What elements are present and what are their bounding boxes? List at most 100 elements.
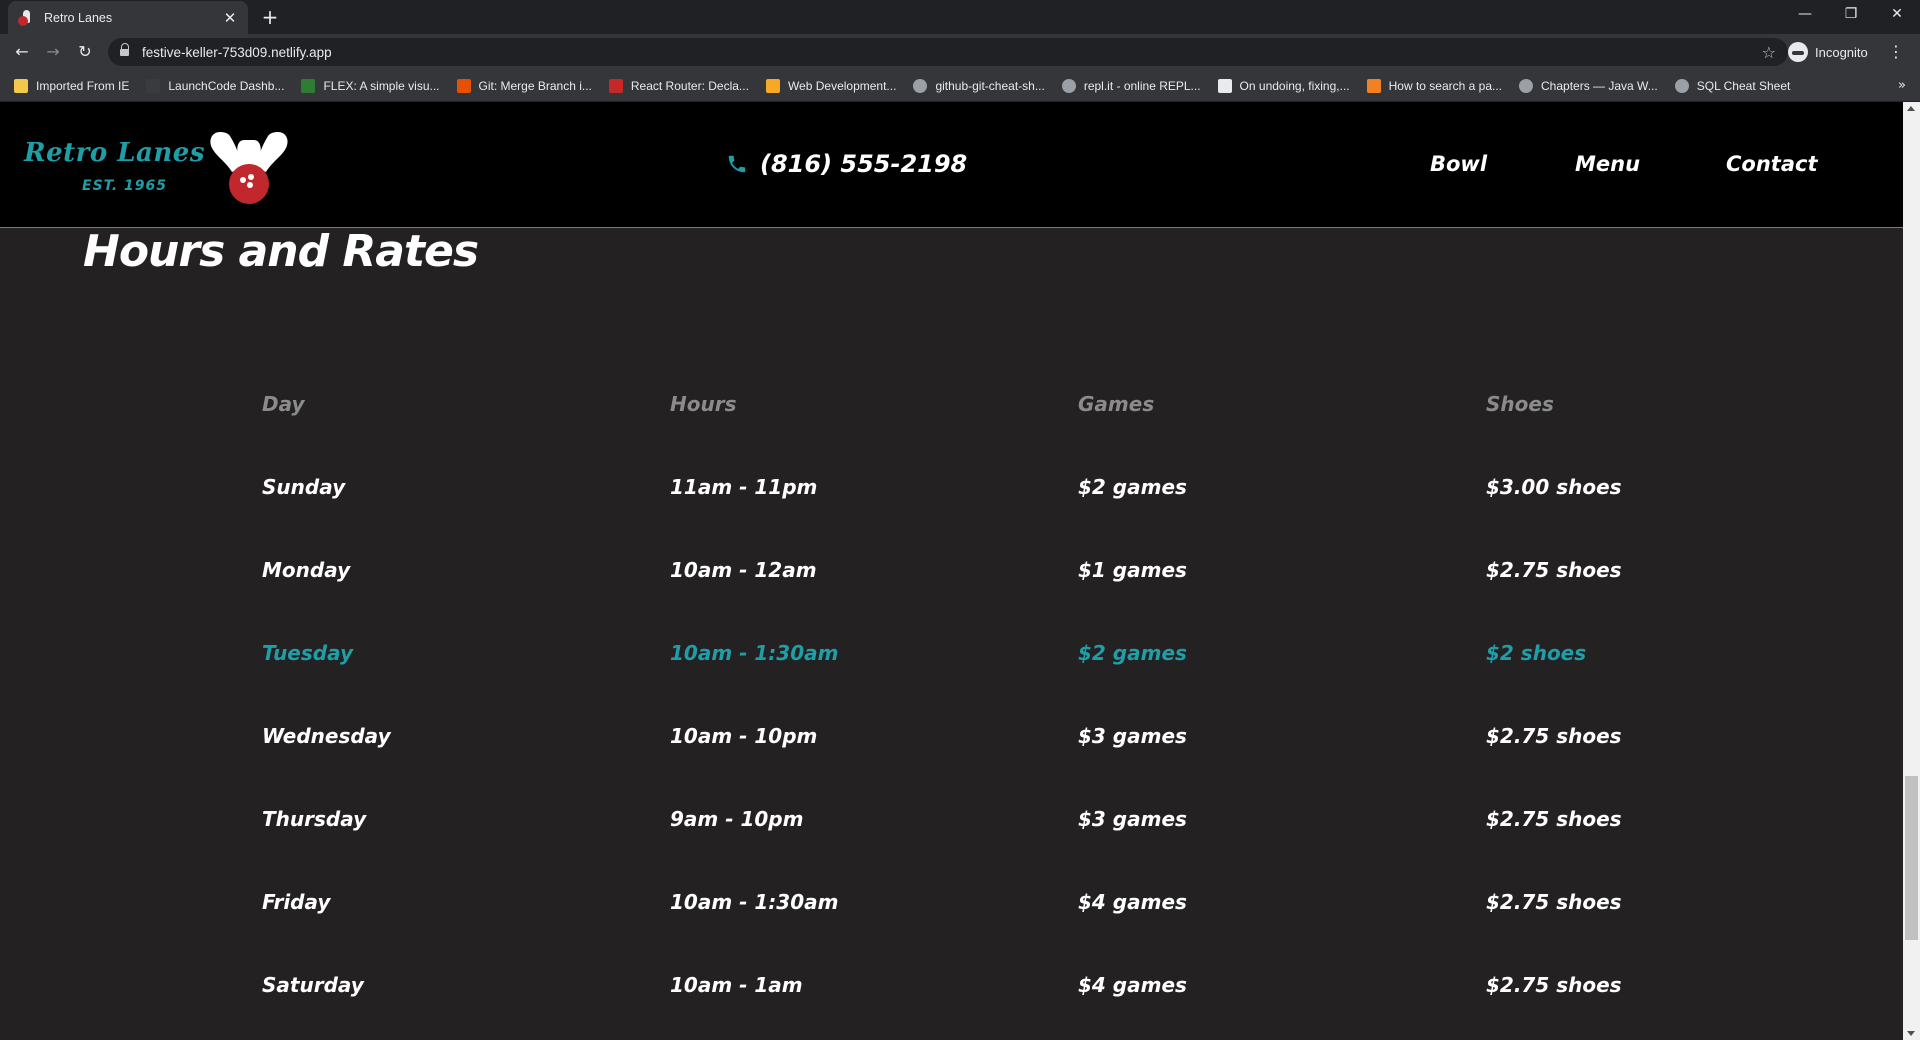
bowling-pins-logo-icon[interactable] — [206, 128, 292, 206]
incognito-icon — [1788, 42, 1808, 62]
table-cell-shoes: $2.75 shoes — [1486, 807, 1622, 831]
bookmarks-bar: Imported From IE LaunchCode Dashb... FLEX:… — [0, 70, 1920, 102]
table-row: Saturday 10am - 1am $4 games $2.75 shoes — [262, 973, 1822, 1040]
scroll-up-arrow-icon[interactable] — [1907, 106, 1915, 111]
restore-button[interactable]: ❐ — [1828, 0, 1874, 30]
web-dev-icon — [765, 78, 780, 93]
folder-icon — [14, 78, 28, 93]
page-scrollbar[interactable] — [1903, 102, 1920, 1040]
bookmark-star-icon[interactable]: ☆ — [1762, 43, 1776, 62]
browser-toolbar: ← → ↻ festive-keller-753d09.netlify.app … — [0, 34, 1920, 70]
table-cell-day: Saturday — [262, 973, 364, 997]
table-cell-hours: 10am - 1am — [670, 973, 803, 997]
table-row: Sunday 11am - 11pm $2 games $3.00 shoes — [262, 475, 1822, 558]
table-cell-hours: 11am - 11pm — [670, 475, 818, 499]
react-router-icon — [608, 78, 623, 93]
bookmark-item[interactable]: FLEX: A simple visu... — [301, 78, 440, 93]
bookmark-label: How to search a pa... — [1388, 78, 1503, 93]
bookmark-item[interactable]: SQL Cheat Sheet — [1674, 78, 1790, 93]
bookmark-label: Chapters — Java W... — [1541, 78, 1658, 93]
table-cell-games: $4 games — [1078, 973, 1187, 997]
table-header-row: Day Hours Games Shoes — [262, 392, 1822, 475]
table-cell-shoes: $2 shoes — [1486, 641, 1587, 665]
bookmark-item[interactable]: Imported From IE — [14, 78, 130, 93]
phone-number: (816) 555-2198 — [760, 150, 968, 178]
bookmark-label: On undoing, fixing,... — [1239, 78, 1350, 93]
bookmark-label: github-git-cheat-sh... — [935, 78, 1045, 93]
bookmark-label: LaunchCode Dashb... — [168, 78, 285, 93]
minimize-button[interactable]: — — [1782, 0, 1828, 30]
forward-button[interactable]: → — [41, 40, 65, 64]
bookmark-item[interactable]: github-git-cheat-sh... — [913, 78, 1045, 93]
table-cell-shoes: $2.75 shoes — [1486, 973, 1622, 997]
table-header-hours: Hours — [670, 392, 737, 416]
bookmark-item[interactable]: Git: Merge Branch i... — [456, 78, 592, 93]
table-cell-hours: 10am - 1:30am — [670, 890, 839, 914]
close-window-button[interactable]: ✕ — [1874, 0, 1920, 30]
reload-button[interactable]: ↻ — [73, 40, 97, 64]
bookmark-item[interactable]: Chapters — Java W... — [1519, 78, 1658, 93]
table-cell-day: Thursday — [262, 807, 367, 831]
launchcode-icon — [146, 78, 161, 93]
table-row: Wednesday 10am - 10pm $3 games $2.75 shoes — [262, 724, 1822, 807]
replit-icon — [1061, 78, 1076, 93]
table-cell-day: Sunday — [262, 475, 346, 499]
bookmark-item[interactable]: On undoing, fixing,... — [1217, 78, 1350, 93]
browser-tab[interactable]: Retro Lanes ✕ — [8, 1, 248, 34]
table-cell-hours: 9am - 10pm — [670, 807, 804, 831]
atlassian-icon — [1217, 78, 1232, 93]
back-button[interactable]: ← — [10, 40, 34, 64]
phone-link[interactable]: (816) 555-2198 — [726, 150, 967, 178]
git-icon — [456, 78, 471, 93]
bookmark-label: Web Development... — [787, 78, 897, 93]
incognito-label: Incognito — [1815, 44, 1868, 60]
browser-tab-bar: Retro Lanes ✕ + — ❐ ✕ — [0, 0, 1920, 34]
bookmark-item[interactable]: LaunchCode Dashb... — [146, 78, 285, 93]
table-cell-games: $3 games — [1078, 807, 1187, 831]
incognito-indicator[interactable]: Incognito — [1788, 39, 1868, 65]
table-cell-hours: 10am - 10pm — [670, 724, 818, 748]
stackoverflow-icon — [1366, 78, 1381, 93]
bookmarks-overflow-button[interactable]: » — [1898, 78, 1906, 93]
table-header-games: Games — [1078, 392, 1155, 416]
nav-contact[interactable]: Contact — [1726, 152, 1818, 176]
tab-title: Retro Lanes — [44, 10, 113, 25]
site-header: Retro Lanes EST. 1965 (816) 555-2198 Bow… — [0, 102, 1903, 228]
table-cell-games: $2 games — [1078, 475, 1187, 499]
table-cell-day: Friday — [262, 890, 331, 914]
scroll-down-arrow-icon[interactable] — [1907, 1031, 1915, 1036]
bookmark-label: FLEX: A simple visu... — [323, 78, 440, 93]
table-cell-day: Tuesday — [262, 641, 354, 665]
scrollbar-thumb[interactable] — [1905, 776, 1918, 940]
bookmark-item[interactable]: repl.it - online REPL... — [1061, 78, 1201, 93]
hours-rates-table: Day Hours Games Shoes Sunday 11am - 11pm $… — [262, 392, 1822, 1040]
table-cell-shoes: $3.00 shoes — [1486, 475, 1622, 499]
logo-established: EST. 1965 — [82, 178, 167, 194]
address-bar[interactable]: festive-keller-753d09.netlify.app ☆ — [108, 38, 1788, 66]
tab-close-icon[interactable]: ✕ — [222, 9, 238, 27]
phone-icon — [728, 155, 746, 173]
nav-bowl[interactable]: Bowl — [1430, 152, 1487, 176]
flex-icon — [301, 78, 316, 93]
nav-menu[interactable]: Menu — [1575, 152, 1640, 176]
browser-menu-button[interactable]: ⋮ — [1884, 40, 1908, 64]
table-cell-day: Wednesday — [262, 724, 391, 748]
new-tab-button[interactable]: + — [258, 5, 282, 29]
url-text: festive-keller-753d09.netlify.app — [142, 44, 332, 60]
bookmark-item[interactable]: How to search a pa... — [1366, 78, 1503, 93]
bookmark-item[interactable]: React Router: Decla... — [608, 78, 749, 93]
bookmark-label: repl.it - online REPL... — [1083, 78, 1201, 93]
globe-icon — [913, 78, 928, 93]
logo-name[interactable]: Retro Lanes — [24, 138, 205, 168]
table-row: Tuesday 10am - 1:30am $2 games $2 shoes — [262, 641, 1822, 724]
bookmark-label: React Router: Decla... — [630, 78, 749, 93]
bookmark-label: Imported From IE — [36, 78, 130, 93]
table-cell-day: Monday — [262, 558, 351, 582]
table-header-shoes: Shoes — [1486, 392, 1554, 416]
table-cell-games: $4 games — [1078, 890, 1187, 914]
table-cell-games: $2 games — [1078, 641, 1187, 665]
table-cell-games: $3 games — [1078, 724, 1187, 748]
bookmark-item[interactable]: Web Development... — [765, 78, 897, 93]
table-row: Friday 10am - 1:30am $4 games $2.75 shoes — [262, 890, 1822, 973]
table-cell-shoes: $2.75 shoes — [1486, 890, 1622, 914]
